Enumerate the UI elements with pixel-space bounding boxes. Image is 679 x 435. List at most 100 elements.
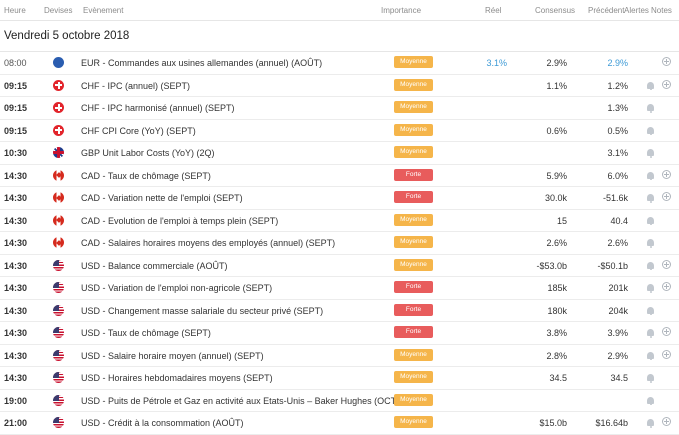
add-note-icon[interactable] (662, 192, 671, 201)
bell-icon[interactable] (647, 261, 654, 270)
importance-badge: Moyenne (394, 101, 433, 113)
header-heure: Heure (4, 6, 26, 15)
previous-value: -$50.1b (597, 260, 628, 271)
add-note-icon[interactable] (662, 79, 671, 89)
importance-badge: Moyenne (394, 371, 433, 383)
table-row[interactable]: 14:30 CAD - Salaires horaires moyens des… (0, 232, 679, 255)
importance-badge: Forte (394, 281, 433, 293)
bell-icon[interactable] (647, 104, 654, 113)
previous-value: $16.64b (595, 418, 628, 428)
bell-icon[interactable] (647, 284, 654, 293)
event-time: 14:30 (4, 328, 28, 338)
importance-badge: Moyenne (394, 416, 433, 428)
bell-icon[interactable] (647, 329, 654, 338)
event-title: CAD - Variation nette de l'emploi (SEPT) (81, 193, 243, 203)
us-flag-icon (53, 282, 64, 293)
importance-badge: Forte (394, 303, 433, 316)
event-time: 14:30 (4, 373, 28, 383)
event-title: CHF CPI Core (YoY) (SEPT) (81, 125, 196, 136)
ca-flag-icon (53, 214, 64, 226)
add-note-icon[interactable] (662, 282, 671, 291)
event-time: 09:15 (4, 103, 28, 113)
event-time: 14:30 (4, 238, 28, 248)
us-flag-icon (53, 372, 64, 383)
us-flag-icon (53, 259, 64, 271)
bell-icon[interactable] (647, 126, 654, 135)
table-row[interactable]: 14:30 CAD - Evolution de l'emploi à temp… (0, 210, 679, 232)
table-row[interactable]: 08:00 EUR - Commandes aux usines alleman… (0, 52, 679, 75)
consensus-value: 3.8% (546, 328, 567, 338)
ch-flag-icon (53, 124, 64, 136)
add-note-icon[interactable] (662, 259, 671, 269)
event-time: 10:30 (4, 148, 28, 158)
bell-icon[interactable] (647, 351, 654, 360)
add-note-icon[interactable] (662, 349, 671, 359)
event-title: USD - Crédit à la consommation (AOÛT) (81, 418, 244, 428)
previous-value: 3.9% (607, 328, 628, 338)
ca-flag-icon (53, 237, 64, 248)
table-row[interactable]: 14:30 USD - Horaires hebdomadaires moyen… (0, 367, 679, 390)
consensus-value: $15.0b (539, 418, 567, 428)
header-notes: Notes (651, 6, 672, 15)
event-time: 14:30 (4, 215, 28, 226)
event-time: 09:15 (4, 80, 28, 91)
bell-icon[interactable] (647, 239, 654, 248)
importance-badge: Moyenne (394, 258, 433, 271)
date-row: Vendredi 5 octobre 2018 (0, 21, 679, 52)
previous-value: 2.9% (607, 58, 628, 68)
event-title: CAD - Evolution de l'emploi à temps plei… (81, 215, 279, 226)
event-title: USD - Horaires hebdomadaires moyens (SEP… (81, 373, 273, 383)
previous-value: 0.5% (607, 125, 628, 136)
header-importance: Importance (381, 6, 422, 15)
importance-badge: Moyenne (394, 146, 433, 158)
event-time: 14:30 (4, 305, 28, 316)
table-row[interactable]: 09:15 CHF - IPC (annuel) (SEPT) Moyenne … (0, 75, 679, 97)
table-row[interactable]: 19:00 USD - Puits de Pétrole et Gaz en a… (0, 390, 679, 412)
table-row[interactable]: 14:30 CAD - Variation nette de l'emploi … (0, 187, 679, 210)
event-title: EUR - Commandes aux usines allemandes (a… (81, 58, 323, 68)
bell-icon[interactable] (647, 149, 654, 158)
event-title: USD - Puits de Pétrole et Gaz en activit… (81, 395, 407, 406)
previous-value: 1.2% (607, 80, 628, 91)
importance-badge: Moyenne (394, 123, 433, 136)
table-row[interactable]: 14:30 USD - Taux de chômage (SEPT) Forte… (0, 322, 679, 345)
importance-badge: Moyenne (394, 78, 433, 91)
consensus-value: -$53.0b (536, 260, 567, 271)
table-row[interactable]: 21:00 USD - Crédit à la consommation (AO… (0, 412, 679, 435)
us-flag-icon (53, 394, 64, 406)
add-note-icon[interactable] (662, 327, 671, 336)
ch-flag-icon (53, 79, 64, 91)
table-row[interactable]: 10:30 GBP Unit Labor Costs (YoY) (2Q) Mo… (0, 142, 679, 165)
bell-icon[interactable] (647, 216, 654, 225)
bell-icon[interactable] (647, 171, 654, 180)
bell-icon[interactable] (647, 396, 654, 405)
event-title: CHF - IPC harmonisé (annuel) (SEPT) (81, 103, 235, 113)
consensus-value: 2.9% (546, 58, 567, 68)
table-row[interactable]: 14:30 USD - Balance commerciale (AOÛT) M… (0, 255, 679, 277)
header-alertes: Alertes (624, 6, 649, 15)
table-row[interactable]: 14:30 CAD - Taux de chômage (SEPT) Forte… (0, 165, 679, 187)
table-row[interactable]: 09:15 CHF - IPC harmonisé (annuel) (SEPT… (0, 97, 679, 120)
table-row[interactable]: 14:30 USD - Variation de l'emploi non-ag… (0, 277, 679, 300)
gb-flag-icon (53, 147, 64, 158)
table-row[interactable]: 14:30 USD - Salaire horaire moyen (annue… (0, 345, 679, 367)
header-evenement: Evènement (83, 6, 124, 15)
header-precedent: Précédent (588, 6, 625, 15)
bell-icon[interactable] (647, 81, 654, 90)
date-heading: Vendredi 5 octobre 2018 (4, 30, 130, 42)
table-row[interactable]: 09:15 CHF CPI Core (YoY) (SEPT) Moyenne … (0, 120, 679, 142)
add-note-icon[interactable] (662, 169, 671, 179)
bell-icon[interactable] (647, 374, 654, 383)
bell-icon[interactable] (647, 194, 654, 203)
ca-flag-icon (53, 169, 64, 181)
importance-badge: Forte (394, 326, 433, 338)
add-note-icon[interactable] (662, 57, 671, 66)
add-note-icon[interactable] (662, 417, 671, 426)
consensus-value: 0.6% (546, 125, 567, 136)
importance-badge: Moyenne (394, 393, 433, 406)
importance-badge: Moyenne (394, 213, 433, 226)
previous-value: 2.6% (607, 238, 628, 248)
table-row[interactable]: 14:30 USD - Changement masse salariale d… (0, 300, 679, 322)
bell-icon[interactable] (647, 306, 654, 315)
bell-icon[interactable] (647, 419, 654, 428)
